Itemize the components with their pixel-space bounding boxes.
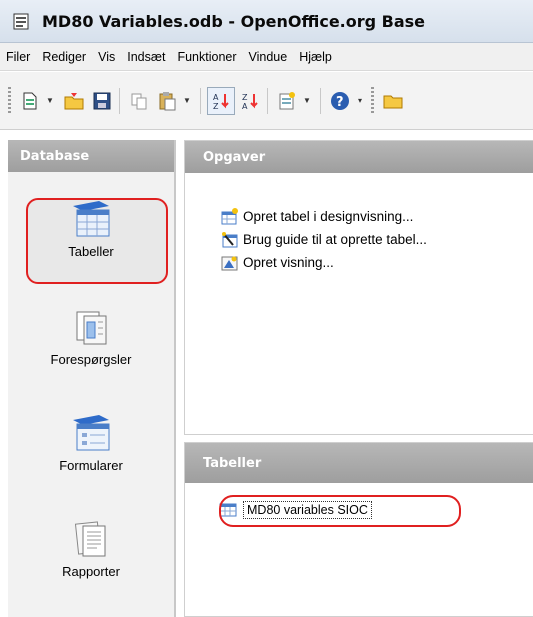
window-title: MD80 Variables.odb - OpenOffice.org Base	[42, 11, 426, 31]
tables-pane-header: Tabeller	[185, 443, 533, 483]
table-icon	[219, 503, 237, 517]
menu-vindue[interactable]: Vindue	[249, 50, 288, 64]
title-bar: MD80 Variables.odb - OpenOffice.org Base	[0, 0, 533, 43]
sidebar-item-label: Tabeller	[68, 244, 114, 259]
toolbar-separator	[267, 87, 268, 114]
paste-button[interactable]	[154, 88, 180, 114]
table-item-label: MD80 variables SIOC	[243, 501, 372, 519]
save-button[interactable]	[89, 88, 115, 114]
standard-toolbar: ▼ ▼ AZ ZA ▼ ? ▾	[0, 72, 533, 130]
save-disk-icon	[93, 92, 111, 109]
database-pane-header: Database	[8, 140, 174, 172]
table-wizard-icon	[222, 231, 238, 247]
sort-ascending-button[interactable]: AZ	[207, 86, 235, 115]
folder-icon	[383, 95, 403, 108]
forms-icon	[73, 415, 110, 451]
task-create-table-design[interactable]: Opret tabel i designvisning...	[221, 205, 533, 228]
task-create-view[interactable]: Opret visning...	[221, 251, 533, 274]
create-table-design-icon	[221, 207, 238, 224]
new-document-button[interactable]	[17, 88, 43, 114]
toolbar-separator	[320, 87, 321, 114]
sort-descending-icon: ZA	[242, 93, 258, 111]
menu-rediger[interactable]: Rediger	[42, 50, 86, 64]
help-icon: ?	[331, 91, 349, 110]
svg-text:?: ?	[336, 95, 344, 110]
menu-bar: Filer Rediger Vis Indsæt Funktioner Vind…	[0, 43, 533, 71]
create-view-icon	[221, 256, 238, 270]
tasks-pane: Opgaver Opret tabel i designvisning... B…	[184, 140, 533, 435]
new-document-icon	[23, 92, 37, 109]
copy-button[interactable]	[126, 88, 152, 114]
sidebar-item-rapporter[interactable]: Rapporter	[8, 520, 174, 579]
toolbar-separator	[119, 87, 120, 114]
sidebar-item-formularer[interactable]: Formularer	[8, 414, 174, 473]
sidebar-item-tabeller[interactable]: Tabeller	[8, 200, 174, 259]
menu-vis[interactable]: Vis	[98, 50, 115, 64]
table-item-md80-variables-sioc[interactable]: MD80 variables SIOC	[219, 495, 372, 525]
form-icon	[279, 91, 295, 109]
folder-button[interactable]	[380, 88, 406, 114]
copy-icon	[131, 93, 147, 109]
svg-text:A: A	[213, 93, 219, 102]
svg-text:Z: Z	[213, 102, 219, 111]
reports-icon	[74, 521, 106, 557]
toolbar-overflow[interactable]: ▾	[355, 88, 365, 114]
tasks-pane-header: Opgaver	[185, 141, 533, 173]
task-label: Opret tabel i designvisning...	[243, 209, 414, 224]
sidebar-item-forespoergsler[interactable]: Forespørgsler	[8, 308, 174, 367]
toolbar-grip[interactable]	[8, 86, 11, 115]
svg-text:Z: Z	[242, 93, 248, 102]
help-button[interactable]: ?	[327, 88, 353, 114]
sort-ascending-icon: AZ	[213, 93, 229, 111]
toolbar-grip[interactable]	[371, 86, 374, 115]
svg-text:A: A	[242, 102, 248, 111]
tables-icon	[73, 201, 110, 237]
task-label: Brug guide til at oprette tabel...	[243, 232, 427, 247]
new-dropdown[interactable]: ▼	[45, 88, 55, 114]
menu-funktioner[interactable]: Funktioner	[177, 50, 236, 64]
menu-filer[interactable]: Filer	[6, 50, 30, 64]
sort-descending-button[interactable]: ZA	[237, 88, 263, 114]
paste-dropdown[interactable]: ▼	[182, 88, 192, 114]
queries-icon	[76, 311, 107, 345]
menu-hjaelp[interactable]: Hjælp	[299, 50, 332, 64]
form-dropdown[interactable]: ▼	[302, 88, 312, 114]
task-label: Opret visning...	[243, 255, 334, 270]
open-button[interactable]	[61, 88, 87, 114]
sidebar-item-label: Forespørgsler	[50, 352, 132, 367]
toolbar-separator	[200, 87, 201, 114]
task-table-wizard[interactable]: Brug guide til at oprette tabel...	[221, 228, 533, 251]
task-list: Opret tabel i designvisning... Brug guid…	[185, 173, 533, 274]
sidebar-item-label: Formularer	[59, 458, 123, 473]
form-button[interactable]	[274, 88, 300, 114]
paste-icon	[159, 91, 176, 110]
base-app-icon	[13, 13, 29, 30]
sidebar-item-label: Rapporter	[62, 564, 120, 579]
open-folder-icon	[64, 92, 84, 109]
menu-indsaet[interactable]: Indsæt	[127, 50, 165, 64]
tables-pane: Tabeller MD80 variables SIOC	[184, 442, 533, 617]
database-pane: Database Tabeller Forespørgsler Formular…	[8, 140, 176, 617]
